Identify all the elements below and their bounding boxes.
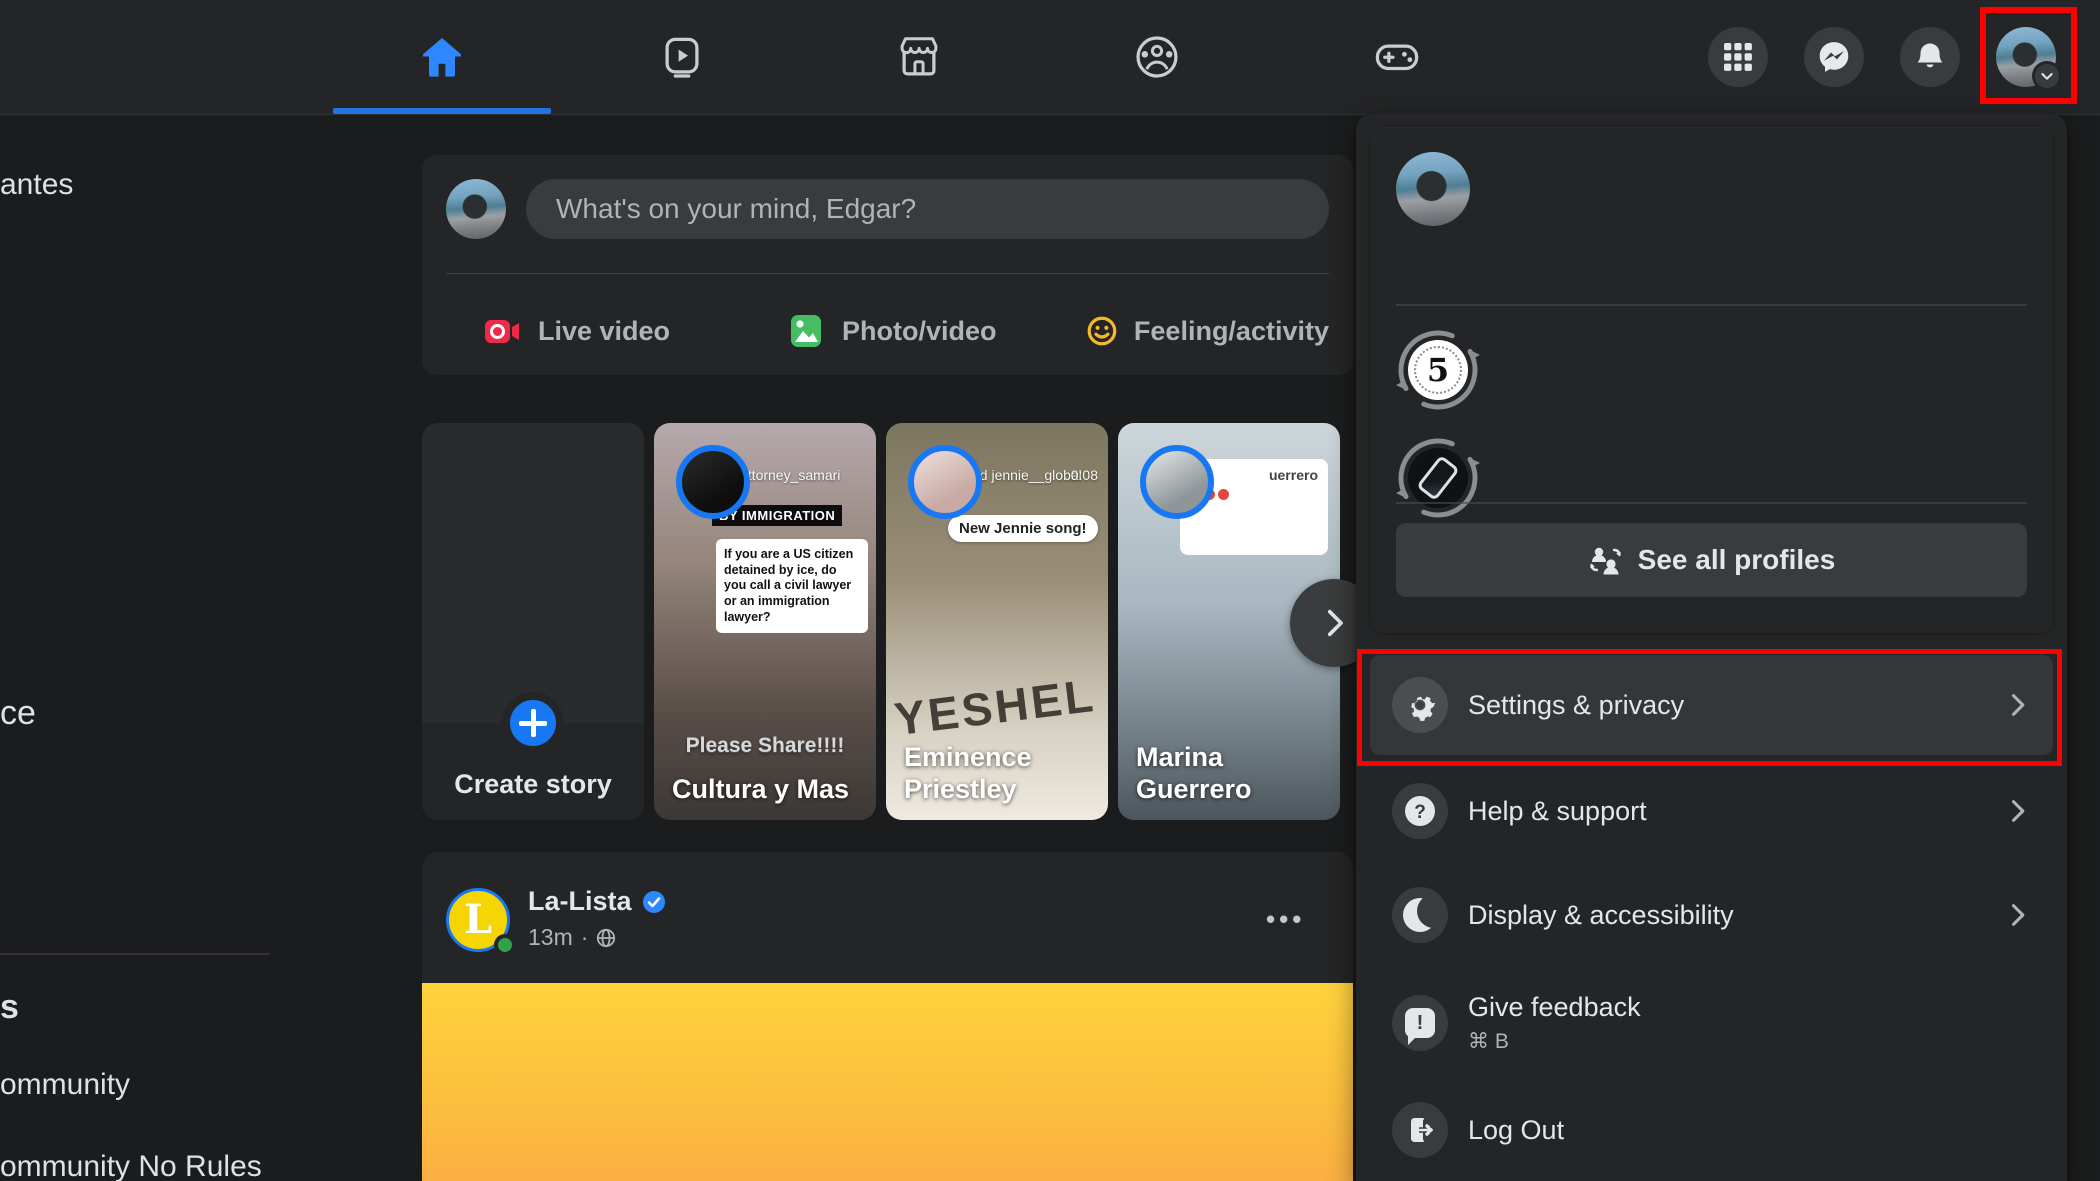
people-switch-icon [1588, 543, 1622, 577]
chevron-right-icon [2003, 691, 2031, 719]
sidebar-item-clipped[interactable]: ommunity [0, 1068, 130, 1102]
tab-home[interactable] [333, 0, 551, 114]
menu-item-display-accessibility[interactable]: Display & accessibility [1370, 863, 2053, 967]
profile-thumbnail [1408, 448, 1468, 508]
story-card[interactable]: nd jennie__global 0:08 New Jennie song! … [886, 423, 1108, 820]
profile-switcher-card: 5 [1372, 128, 2051, 632]
gaming-icon [1374, 34, 1420, 80]
groups-icon [1134, 34, 1180, 80]
watch-icon [659, 34, 705, 80]
sidebar-divider [0, 953, 270, 955]
current-profile-avatar[interactable] [1396, 152, 1470, 226]
menu-item-help-support[interactable]: ? Help & support [1370, 759, 2053, 863]
profile-avatar-button[interactable] [1996, 27, 2056, 87]
story-overlay-note: If you are a US citizen detained by ice,… [716, 539, 868, 633]
question-icon: ? [1392, 783, 1448, 839]
chevron-right-icon [1317, 606, 1351, 640]
post-more-button[interactable]: ••• [1266, 904, 1305, 935]
keyboard-shortcut: ⌘ B [1468, 1029, 1641, 1054]
feed-post: L La-Lista 13m · ••• [422, 852, 1353, 1181]
avatar[interactable] [446, 179, 506, 239]
sidebar-section-clipped: s [0, 988, 19, 1027]
story-name: Eminence Priestley [904, 742, 1108, 806]
facebook-dark-ui: antes ce s ommunity ommunity No Rules Li… [0, 0, 2100, 1181]
notifications-button[interactable] [1900, 27, 1960, 87]
verified-badge-icon [642, 890, 666, 914]
story-overlay-handle: nd jennie__global [972, 467, 1082, 483]
story-overlay-handle: attorney_samari [740, 467, 840, 483]
feeling-activity-button[interactable]: Feeling/activity [1086, 298, 1329, 364]
tab-marketplace[interactable] [810, 0, 1028, 114]
divider [1396, 502, 2027, 504]
svg-text:?: ? [1414, 802, 1426, 823]
tab-gaming[interactable] [1288, 0, 1506, 114]
chevron-right-icon [2003, 797, 2031, 825]
post-author[interactable]: La-Lista [528, 886, 666, 917]
story-author-ring [676, 445, 750, 519]
sidebar-item-clipped[interactable]: ommunity No Rules [0, 1150, 262, 1181]
sidebar-item-clipped[interactable]: antes [0, 168, 73, 202]
home-icon [419, 34, 465, 80]
sidebar-item-clipped[interactable]: ce [0, 694, 36, 733]
see-all-profiles-button[interactable]: See all profiles [1396, 523, 2027, 597]
story-name: Cultura y Mas [672, 774, 849, 806]
tab-watch[interactable] [573, 0, 791, 114]
menu-item-give-feedback[interactable]: ! Give feedback ⌘ B [1370, 967, 2053, 1079]
story-overlay-watermark: YESHEL [891, 668, 1098, 746]
story-card[interactable]: attorney_samari BY IMMIGRATION If you ar… [654, 423, 876, 820]
live-video-icon [482, 311, 522, 351]
post-meta: 13m · [528, 924, 616, 951]
story-author-ring [908, 445, 982, 519]
live-video-button[interactable]: Live video [482, 298, 772, 364]
online-status-dot [494, 934, 516, 956]
post-composer: Live video Photo/video Feeling/activity [422, 155, 1353, 375]
switch-profile-item[interactable]: 5 [1396, 328, 1480, 412]
menu-grid-button[interactable] [1708, 27, 1768, 87]
story-name: Create story [422, 769, 644, 800]
top-navigation [0, 0, 2100, 115]
post-image[interactable] [422, 983, 1353, 1181]
profile-thumbnail: 5 [1408, 340, 1468, 400]
feedback-icon: ! [1392, 995, 1448, 1051]
globe-icon [596, 928, 616, 948]
feeling-activity-icon [1086, 311, 1118, 351]
active-tab-underline [333, 108, 551, 114]
moon-icon [1392, 887, 1448, 943]
messenger-button[interactable] [1804, 27, 1864, 87]
chevron-down-icon [2032, 61, 2062, 91]
menu-grid-icon [1723, 42, 1753, 72]
plus-icon[interactable] [502, 692, 564, 754]
chevron-right-icon [2003, 901, 2031, 929]
divider [1396, 304, 2027, 306]
composer-input[interactable] [526, 179, 1329, 239]
messenger-icon [1816, 39, 1852, 75]
story-overlay-duration: 0:08 [1071, 467, 1098, 483]
menu-item-settings-privacy[interactable]: Settings & privacy [1370, 655, 2053, 755]
photo-video-icon [786, 311, 826, 351]
marketplace-icon [896, 34, 942, 80]
story-author-ring [1140, 445, 1214, 519]
divider [446, 273, 1329, 274]
story-overlay-chip: New Jennie song! [948, 515, 1098, 542]
story-name: Marina Guerrero [1136, 742, 1340, 806]
bell-icon [1913, 40, 1947, 74]
logout-icon [1392, 1102, 1448, 1158]
tab-groups[interactable] [1048, 0, 1266, 114]
story-overlay-footer: Please Share!!!! [654, 734, 876, 758]
nav-right-actions [1708, 27, 2056, 87]
switch-profile-item[interactable] [1396, 436, 1480, 520]
create-story-card[interactable]: Create story [422, 423, 644, 820]
gear-icon [1392, 677, 1448, 733]
menu-item-log-out[interactable]: Log Out [1370, 1079, 2053, 1181]
photo-video-button[interactable]: Photo/video [786, 298, 1076, 364]
